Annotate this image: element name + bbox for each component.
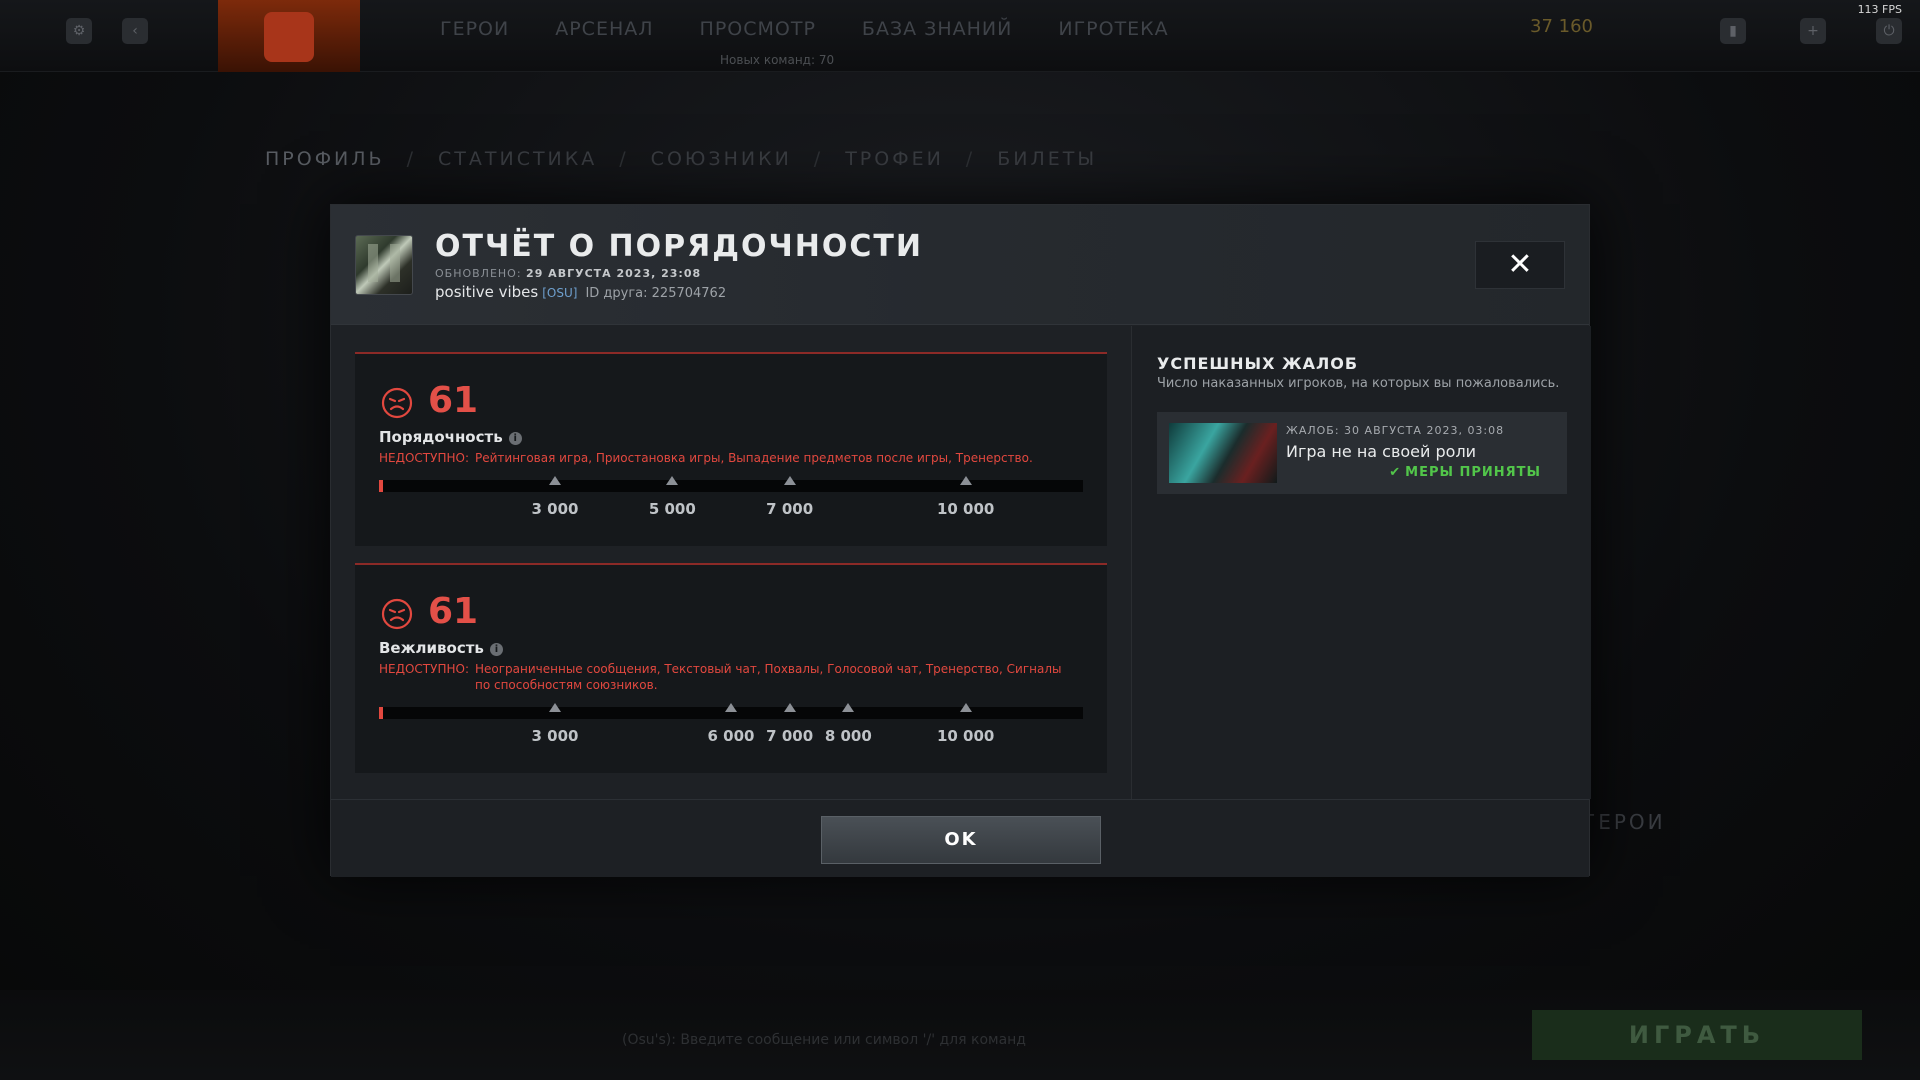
communication-threshold-label: 7 000 <box>766 727 814 745</box>
angry-face-icon <box>381 387 413 419</box>
info-icon[interactable]: i <box>508 432 522 445</box>
communication-threshold-marker <box>725 703 737 712</box>
communication-score-card: 61 Вежливость i НЕДОСТУПНО: Неограниченны… <box>355 563 1107 773</box>
updated-value: 29 АВГУСТА 2023, 23:08 <box>526 267 702 280</box>
tab-allies[interactable]: СОЮЗНИКИ <box>651 148 792 170</box>
profile-tabs: ПРОФИЛЬ / СТАТИСТИКА / СОЮЗНИКИ / ТРОФЕИ… <box>265 148 1097 170</box>
reports-subtitle: Число наказанных игроков, на которых вы … <box>1157 376 1560 391</box>
avatar <box>355 235 413 295</box>
communication-threshold-marker <box>783 703 796 712</box>
reports-title: УСПЕШНЫХ ЖАЛОБ <box>1157 354 1359 373</box>
gear-icon[interactable]: ⚙ <box>66 18 92 44</box>
behavior-restrictions: НЕДОСТУПНО: Рейтинговая игра, Приостанов… <box>379 450 1079 466</box>
behavior-score-fill <box>379 480 383 492</box>
communication-label-text: Вежливость <box>379 639 484 657</box>
chat-input[interactable]: (Osu's): Введите сообщение или символ '/… <box>622 1032 1026 1048</box>
report-status: ✔ МЕРЫ ПРИНЯТЫ <box>1389 465 1541 480</box>
top-bar: ⚙ ‹ ГЕРОИ АРСЕНАЛ ПРОСМОТР БАЗА ЗНАНИЙ И… <box>0 0 1920 72</box>
dialog-header: ОТЧЁТ О ПОРЯДОЧНОСТИ ОБНОВЛЕНО: 29 АВГУС… <box>331 205 1589 325</box>
report-date: ЖАЛОБ: 30 АВГУСТА 2023, 03:08 <box>1286 424 1505 437</box>
hero-portrait <box>1169 423 1277 483</box>
behavior-score-card: 61 Порядочность i НЕДОСТУПНО: Рейтинговая… <box>355 352 1107 546</box>
communication-threshold-label: 10 000 <box>936 727 995 745</box>
unavailable-label: НЕДОСТУПНО: <box>379 451 469 465</box>
tab-separator: / <box>965 148 976 170</box>
reports-column: УСПЕШНЫХ ЖАЛОБ Число наказанных игроков,… <box>1131 326 1591 799</box>
tab-trophies[interactable]: ТРОФЕИ <box>845 148 944 170</box>
checkmark-icon: ✔ <box>1389 465 1402 480</box>
behavior-threshold-label: 10 000 <box>936 500 995 518</box>
play-button[interactable]: ИГРАТЬ <box>1532 1010 1862 1060</box>
behavior-threshold-label: 5 000 <box>648 500 696 518</box>
behavior-threshold-label: 7 000 <box>766 500 814 518</box>
behavior-threshold-marker <box>666 476 679 485</box>
communication-threshold-label: 8 000 <box>824 727 872 745</box>
communication-threshold-label: 6 000 <box>707 727 755 745</box>
updated-label: ОБНОВЛЕНО: <box>435 267 522 280</box>
power-icon[interactable]: ⏻ <box>1876 18 1902 44</box>
nav-watch[interactable]: ПРОСМОТР <box>700 18 816 40</box>
behavior-threshold-label: 3 000 <box>531 500 579 518</box>
friend-id: ID друга: 225704762 <box>585 286 727 301</box>
info-icon[interactable]: i <box>489 643 503 656</box>
communication-restrictions: НЕДОСТУПНО: Неограниченные сообщения, Те… <box>379 661 1079 693</box>
communication-score-fill <box>379 707 383 719</box>
communication-threshold-marker <box>842 703 855 712</box>
shards-counter: 37 160 <box>1530 16 1593 37</box>
tab-profile[interactable]: ПРОФИЛЬ <box>265 148 385 170</box>
nav-knowledge-base[interactable]: БАЗА ЗНАНИЙ <box>862 18 1012 40</box>
angry-face-icon <box>381 598 413 630</box>
updated-timestamp: ОБНОВЛЕНО: 29 АВГУСТА 2023, 23:08 <box>435 267 701 280</box>
dialog-title: ОТЧЁТ О ПОРЯДОЧНОСТИ <box>435 229 923 264</box>
communication-threshold-marker <box>549 703 561 712</box>
behavior-score-track <box>379 480 1083 492</box>
report-reason: Игра не на своей роли <box>1286 442 1477 461</box>
plus-hex-icon[interactable]: + <box>1800 18 1826 44</box>
unavailable-list: Неограниченные сообщения, Текстовый чат,… <box>474 662 1062 692</box>
behavior-threshold-marker <box>959 476 972 485</box>
nav-game-library[interactable]: ИГРОТЕКА <box>1058 18 1168 40</box>
tab-separator: / <box>619 148 629 170</box>
communication-label: Вежливость i <box>379 639 503 657</box>
behavior-score: 61 <box>428 380 479 421</box>
player-name: positive vibes <box>435 283 539 301</box>
dialog-body: 61 Порядочность i НЕДОСТУПНО: Рейтинговая… <box>331 326 1591 799</box>
main-nav: ГЕРОИ АРСЕНАЛ ПРОСМОТР БАЗА ЗНАНИЙ ИГРОТ… <box>440 18 1169 40</box>
report-item[interactable]: ЖАЛОБ: 30 АВГУСТА 2023, 03:08 Игра не на… <box>1157 412 1567 494</box>
tab-tickets[interactable]: БИЛЕТЫ <box>997 148 1097 170</box>
close-button[interactable]: ✕ <box>1475 241 1565 289</box>
unavailable-label: НЕДОСТУПНО: <box>379 662 469 676</box>
behavior-label-text: Порядочность <box>379 428 503 446</box>
unavailable-list: Рейтинговая игра, Приостановка игры, Вып… <box>474 451 1033 465</box>
nav-heroes[interactable]: ГЕРОИ <box>440 18 509 40</box>
behavior-threshold-marker <box>783 476 796 485</box>
bg-heroes-title: ГЕРОИ <box>1583 810 1666 834</box>
communication-threshold-label: 3 000 <box>531 727 579 745</box>
back-arrow-icon[interactable]: ‹ <box>122 18 148 44</box>
behavior-threshold-marker <box>549 476 561 485</box>
tab-separator: / <box>406 148 416 170</box>
nav-arsenal[interactable]: АРСЕНАЛ <box>555 18 653 40</box>
scores-column: 61 Порядочность i НЕДОСТУПНО: Рейтинговая… <box>355 352 1107 773</box>
ok-button[interactable]: OK <box>821 816 1101 864</box>
shield-icon[interactable]: ▮ <box>1720 18 1746 44</box>
communication-score: 61 <box>428 591 479 632</box>
behavior-label: Порядочность i <box>379 428 522 446</box>
new-teams-notice: Новых команд: 70 <box>720 53 835 67</box>
dota-logo[interactable] <box>218 0 360 72</box>
tab-separator: / <box>813 148 824 170</box>
conduct-report-dialog: ОТЧЁТ О ПОРЯДОЧНОСТИ ОБНОВЛЕНО: 29 АВГУС… <box>330 204 1591 877</box>
fps-counter: 113 FPS <box>1857 3 1902 16</box>
player-tag: [OSU] <box>542 286 578 300</box>
player-identity: positive vibes [OSU] ID друга: 225704762 <box>435 283 726 301</box>
report-status-text: МЕРЫ ПРИНЯТЫ <box>1405 465 1541 480</box>
communication-threshold-marker <box>959 703 972 712</box>
tab-stats[interactable]: СТАТИСТИКА <box>438 148 597 170</box>
dialog-footer: OK <box>331 799 1589 877</box>
